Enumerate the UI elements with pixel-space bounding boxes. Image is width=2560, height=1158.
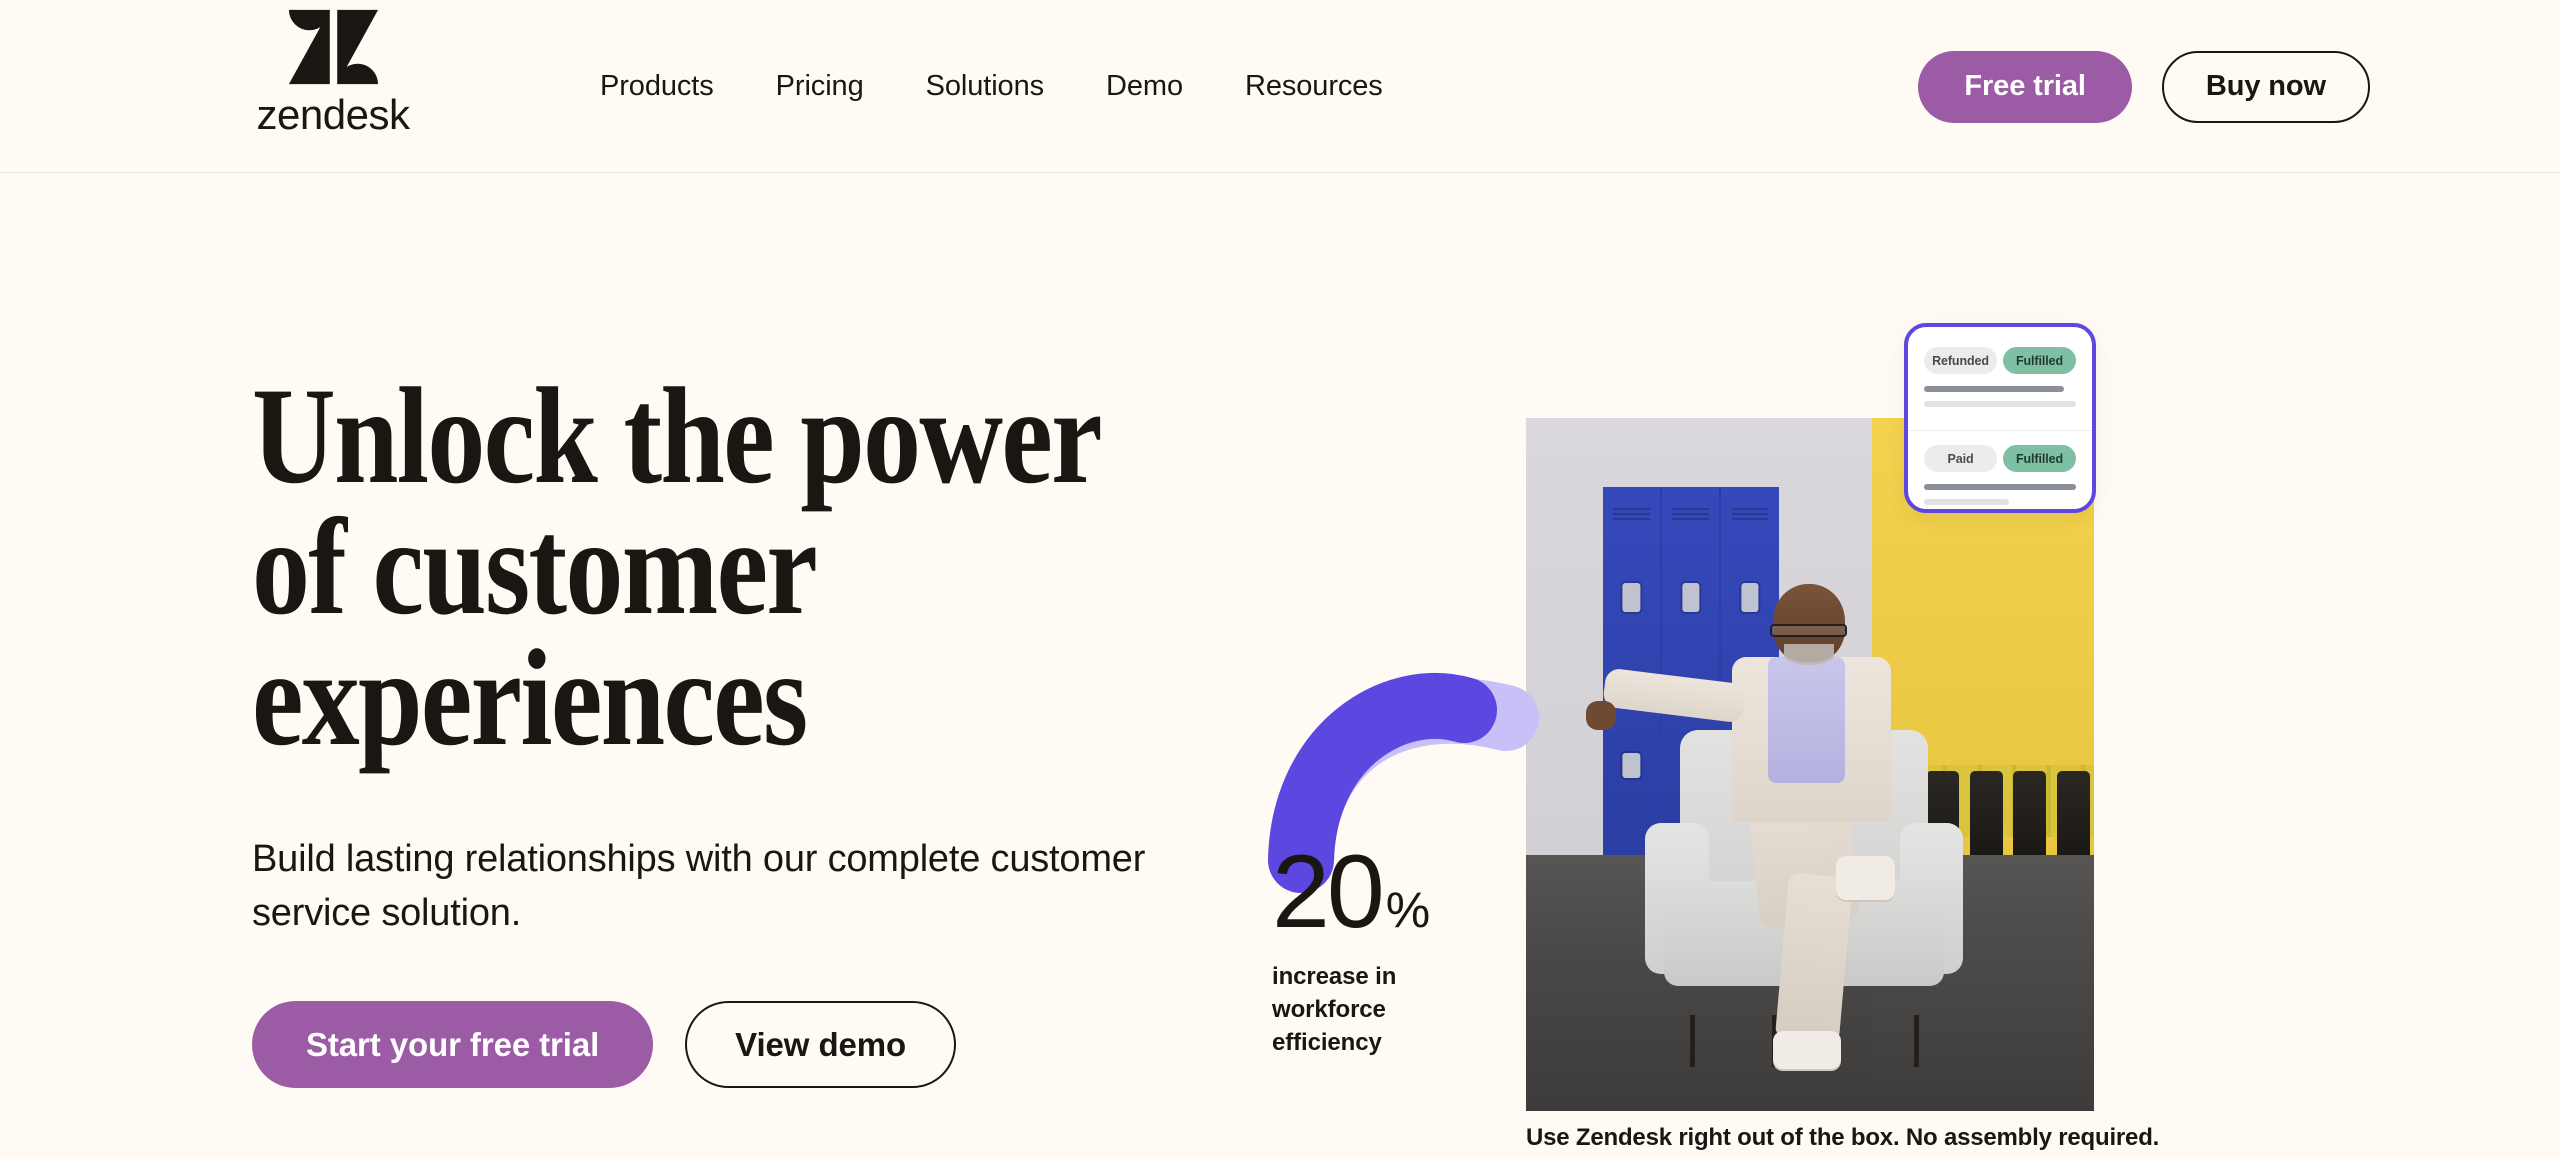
free-trial-button[interactable]: Free trial <box>1918 50 2132 123</box>
hero-cta-group: Start your free trial View demo <box>252 1001 1252 1089</box>
order-status-row: Paid Fulfilled <box>1924 439 2076 524</box>
stat-label: increase in workforce efficiency <box>1272 963 1397 1057</box>
stat-value: 20 <box>1272 834 1385 950</box>
nav-item-pricing[interactable]: Pricing <box>776 60 864 113</box>
zendesk-homepage-hero: zendesk Products Pricing Solutions Demo … <box>0 0 2560 1158</box>
status-badge-paid: Paid <box>1924 445 1997 472</box>
buy-now-button[interactable]: Buy now <box>2161 50 2370 123</box>
nav-item-resources[interactable]: Resources <box>1245 60 1383 113</box>
page-title: Unlock the power of customer experiences <box>252 359 1103 775</box>
stat-unit: % <box>1385 882 1430 938</box>
nav-item-products[interactable]: Products <box>600 60 714 113</box>
card-divider <box>1908 430 2092 431</box>
skeleton-line <box>1924 386 2064 392</box>
photo-caption: Use Zendesk right out of the box. No ass… <box>1526 1124 2160 1151</box>
status-badge-fulfilled: Fulfilled <box>2003 347 2076 374</box>
order-status-card: Refunded Fulfilled Paid Fulfilled <box>1904 323 2096 513</box>
order-status-row: Refunded Fulfilled <box>1924 341 2076 426</box>
zendesk-logo-link[interactable]: zendesk <box>252 8 414 136</box>
header-actions: Free trial Buy now <box>1918 0 2370 173</box>
badge-group: Refunded Fulfilled <box>1924 347 2076 374</box>
page-title-line-1: Unlock the power <box>252 359 1103 512</box>
hero-media: Refunded Fulfilled Paid Fulfilled 20 % i… <box>1268 300 2560 1158</box>
page-title-line-2: of customer <box>252 490 818 644</box>
hero-copy: Unlock the power of customer experiences… <box>252 359 1252 1089</box>
view-demo-button[interactable]: View demo <box>685 1001 957 1089</box>
badge-group: Paid Fulfilled <box>1924 445 2076 472</box>
seated-person <box>1586 584 1940 1070</box>
skeleton-line <box>1924 499 2010 505</box>
workforce-efficiency-stat: 20 % increase in workforce efficiency <box>1272 840 1532 1059</box>
skeleton-line <box>1924 484 2076 490</box>
skeleton-line <box>1924 401 2076 407</box>
zendesk-wordmark: zendesk <box>256 91 410 138</box>
nav-item-demo[interactable]: Demo <box>1106 60 1183 113</box>
status-badge-refunded: Refunded <box>1924 347 1997 374</box>
nav-item-solutions[interactable]: Solutions <box>926 60 1045 113</box>
hero-subtitle: Build lasting relationships with our com… <box>252 838 1146 935</box>
page-title-line-3: experiences <box>252 621 808 775</box>
site-header: zendesk Products Pricing Solutions Demo … <box>0 0 2560 173</box>
start-free-trial-button[interactable]: Start your free trial <box>252 1001 654 1089</box>
stat-value-group: 20 % <box>1272 840 1532 944</box>
zendesk-z-logo-icon <box>288 9 378 85</box>
primary-navigation: Products Pricing Solutions Demo Resource… <box>600 0 1383 173</box>
status-badge-fulfilled: Fulfilled <box>2003 445 2076 472</box>
